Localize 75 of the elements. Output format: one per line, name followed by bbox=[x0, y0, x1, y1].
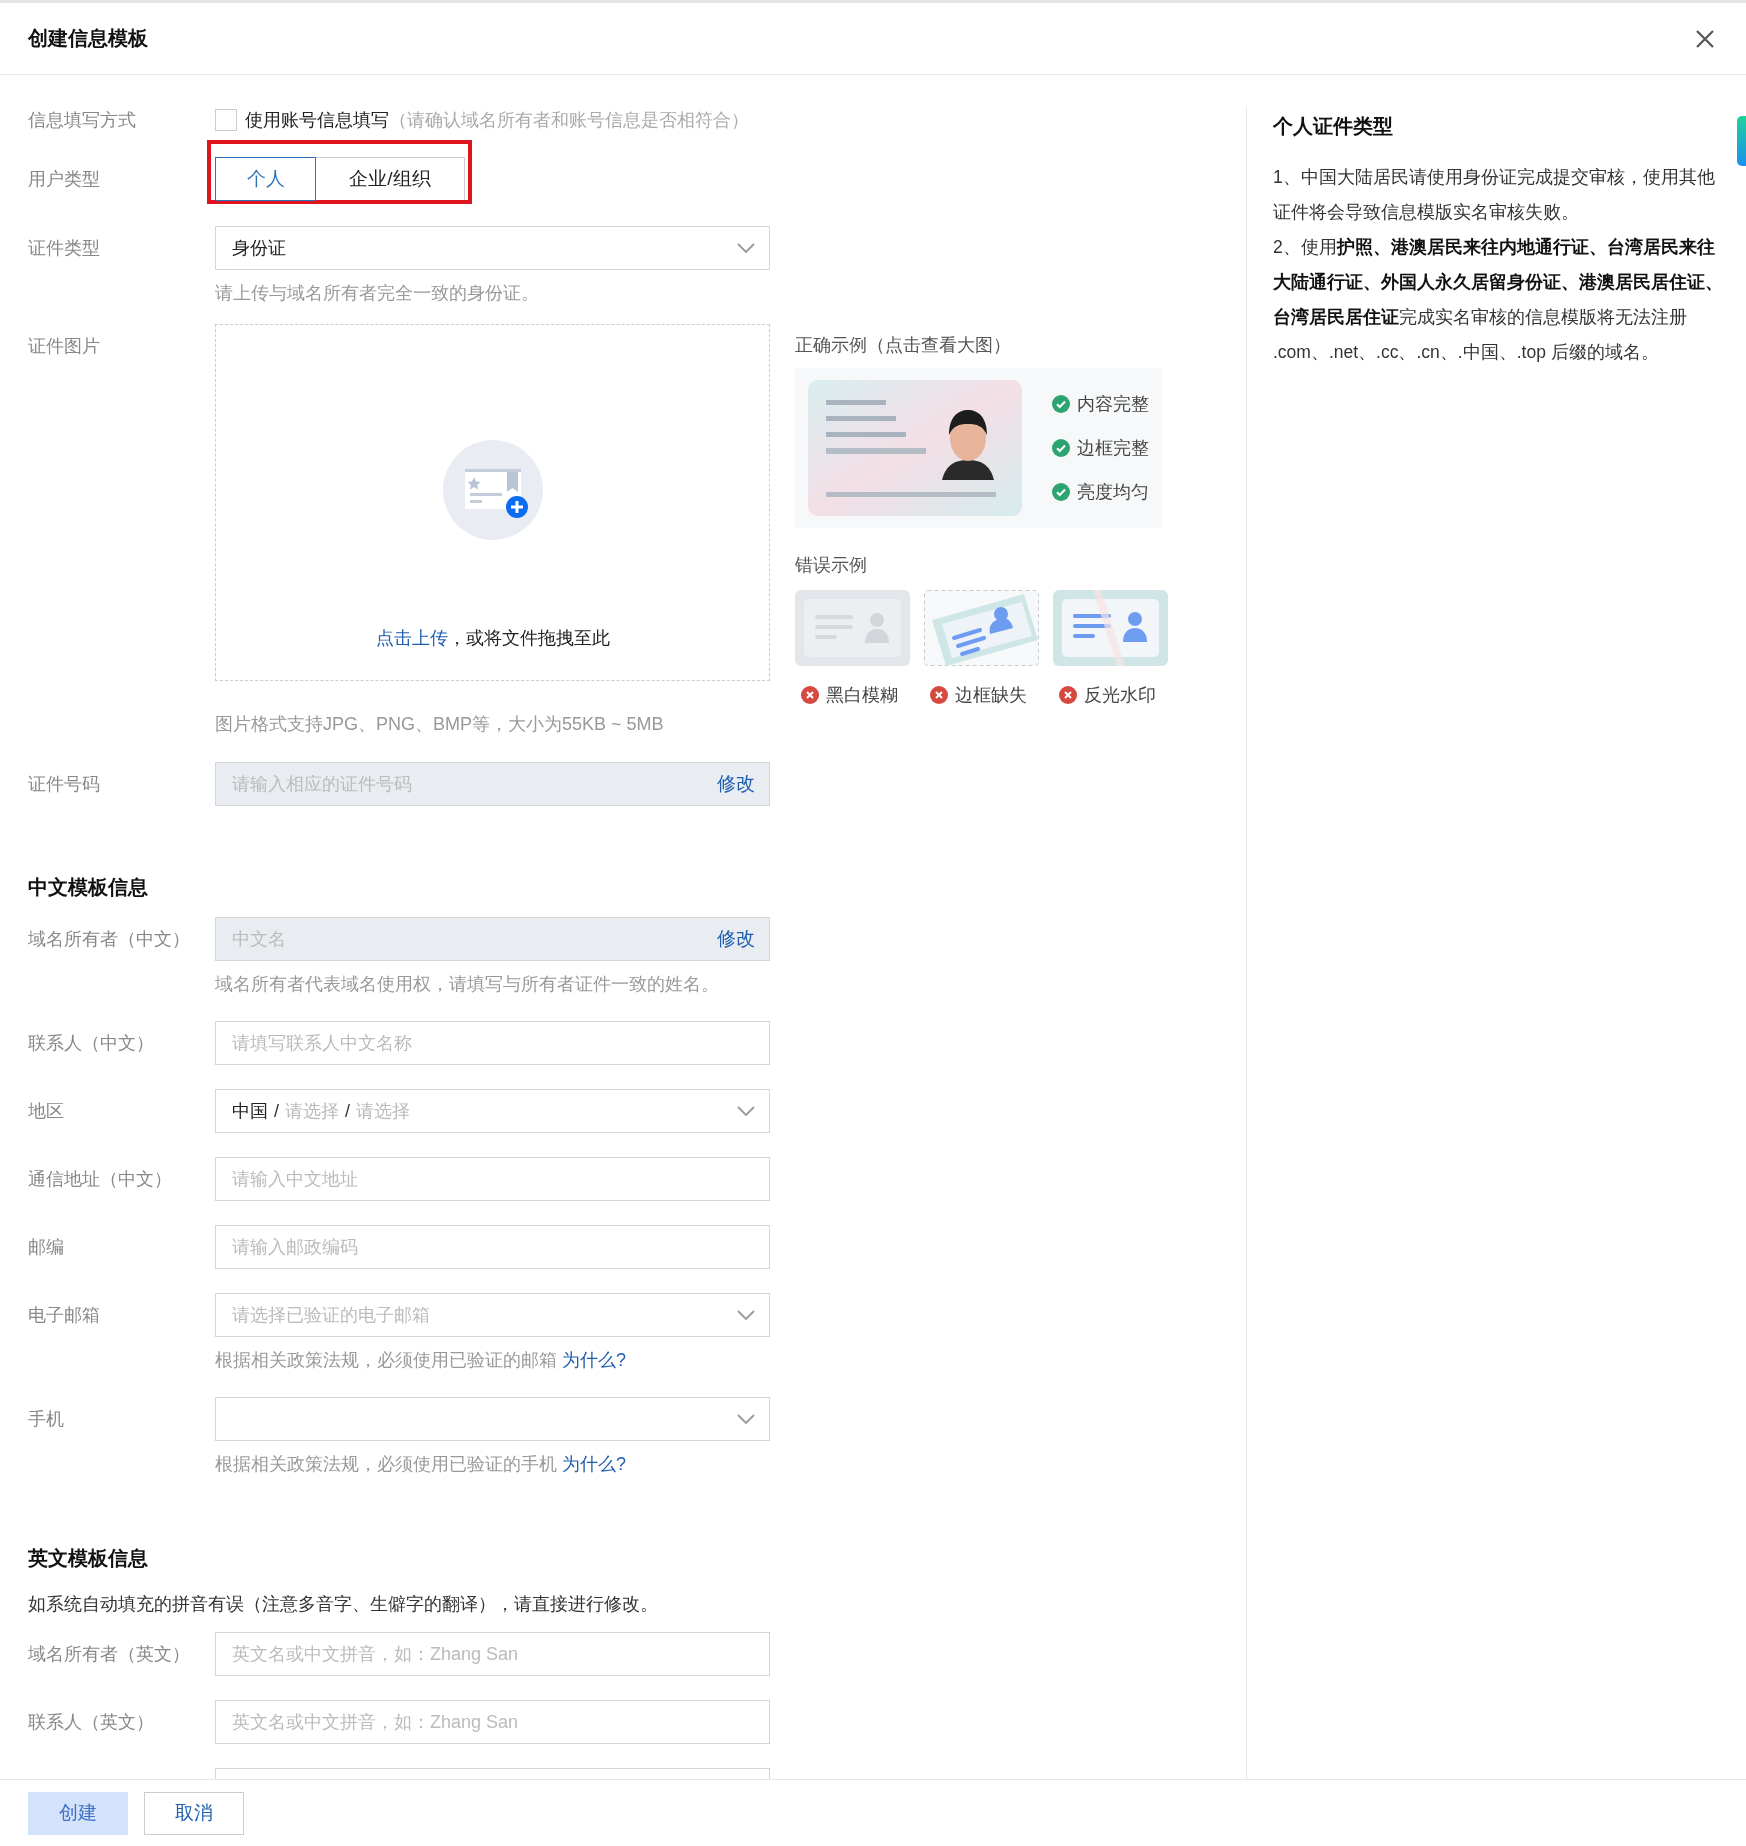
field-label: 电子邮箱 bbox=[28, 1305, 100, 1325]
separator: / bbox=[274, 1100, 279, 1122]
field-label: 证件图片 bbox=[28, 335, 101, 358]
help-paragraph: 1、中国大陆居民请使用身份证完成提交审核，使用其他证件将会导致信息模版实名审核失败。 bbox=[1273, 166, 1716, 224]
check-label: 边框完整 bbox=[1077, 437, 1149, 460]
field-label: 手机 bbox=[28, 1409, 64, 1429]
help-paragraph: 2、使用护照、港澳居民来往内地通行证、台湾居民来往大陆通行证、外国人永久居留身份证、港澳居民居住证、台湾居民居住证完成实名审核的信息模版将无法注册 .com、.net、.cc、.cn、.中国、.top 后缀的域名。 bbox=[1273, 236, 1724, 364]
error-label: 边框缺失 bbox=[955, 684, 1027, 707]
hint-text: 根据相关政策法规，必须使用已验证的邮箱 为什么? bbox=[215, 1349, 628, 1372]
checkbox[interactable] bbox=[215, 109, 237, 131]
separator: / bbox=[345, 1100, 351, 1122]
upload-link[interactable]: 点击上传 bbox=[375, 628, 448, 648]
field-label: 通信地址（中文） bbox=[28, 1169, 172, 1189]
upload-area[interactable]: 点击上传，或将文件拖拽至此 bbox=[215, 324, 770, 681]
error-circle-icon bbox=[801, 686, 819, 704]
field-label: 邮编 bbox=[28, 1237, 64, 1257]
hint-text: 图片格式支持JPG、PNG、BMP等，大小为55KB ~ 5MB bbox=[215, 713, 665, 736]
field-label: 信息填写方式 bbox=[28, 109, 137, 132]
check-label: 内容完整 bbox=[1077, 393, 1149, 416]
placeholder: 请选择 bbox=[285, 1100, 339, 1123]
check-circle-icon bbox=[1052, 483, 1070, 501]
chevron-down-icon bbox=[737, 1106, 755, 1116]
segment-tab[interactable]: 个人 bbox=[215, 157, 316, 201]
field-label: 域名所有者（英文） bbox=[28, 1644, 190, 1664]
field-label: 地区 bbox=[28, 1101, 64, 1121]
hint-text: 域名所有者代表域名使用权，请填写与所有者证件一致的姓名。 bbox=[215, 973, 720, 996]
check-circle-icon bbox=[1052, 395, 1070, 413]
field-label: 域名所有者（中文） bbox=[28, 929, 190, 949]
upload-instruction: 点击上传，或将文件拖拽至此 bbox=[375, 627, 610, 650]
placeholder: 请选择已验证的电子邮箱 bbox=[232, 1304, 430, 1327]
section-note: 如系统自动填充的拼音有误（注意多音字、生僻字的翻译），请直接进行修改。 bbox=[28, 1593, 659, 1616]
field-label: 证件类型 bbox=[28, 237, 101, 260]
hint-text: 请上传与域名所有者完全一致的身份证。 bbox=[215, 282, 540, 305]
error-label: 反光水印 bbox=[1084, 684, 1156, 707]
error-circle-icon bbox=[930, 686, 948, 704]
section-heading: 中文模板信息 bbox=[28, 875, 149, 900]
field-label: 证件号码 bbox=[28, 773, 101, 796]
example-title: 错误示例 bbox=[795, 554, 868, 577]
select-value: 身份证 bbox=[232, 237, 286, 260]
error-circle-icon bbox=[1059, 686, 1077, 704]
scrollbar[interactable] bbox=[1737, 116, 1746, 166]
placeholder: 英文名或中文拼音，如：Zhang San bbox=[232, 1711, 519, 1734]
placeholder: 请输入中文地址 bbox=[232, 1168, 358, 1191]
hint-text: 根据相关政策法规，必须使用已验证的手机 为什么? bbox=[215, 1453, 628, 1476]
field-label: 用户类型 bbox=[28, 168, 101, 191]
why-link[interactable]: 为什么? bbox=[562, 1454, 627, 1474]
check-label: 亮度均匀 bbox=[1077, 481, 1149, 504]
error-label: 黑白模糊 bbox=[826, 684, 898, 707]
field-label: 联系人（中文） bbox=[28, 1033, 154, 1053]
placeholder: 请选择 bbox=[356, 1100, 411, 1123]
country-value: 中国 bbox=[232, 1100, 268, 1123]
field-label: 联系人（英文） bbox=[28, 1712, 154, 1732]
chevron-down-icon bbox=[737, 243, 755, 253]
checkbox-label[interactable]: 使用账号信息填写 bbox=[245, 108, 389, 132]
edit-link[interactable]: 修改 bbox=[717, 926, 755, 952]
check-circle-icon bbox=[1052, 439, 1070, 457]
segment-tab[interactable]: 企业/组织 bbox=[315, 157, 465, 201]
cancel-button[interactable]: 取消 bbox=[144, 1791, 244, 1835]
example-title: 正确示例（点击查看大图） bbox=[795, 334, 1012, 357]
close-icon[interactable] bbox=[1696, 29, 1714, 48]
dialog-title: 创建信息模板 bbox=[28, 26, 148, 51]
section-heading: 英文模板信息 bbox=[28, 1546, 149, 1571]
chevron-down-icon bbox=[737, 1310, 755, 1320]
placeholder: 请填写联系人中文名称 bbox=[232, 1032, 412, 1055]
help-title: 个人证件类型 bbox=[1273, 114, 1394, 139]
select-field[interactable]: 身份证 bbox=[215, 226, 770, 270]
why-link[interactable]: 为什么? bbox=[562, 1350, 627, 1370]
placeholder: 请输入邮政编码 bbox=[232, 1236, 358, 1259]
select-field[interactable] bbox=[215, 1397, 770, 1441]
chevron-down-icon bbox=[737, 1414, 755, 1424]
edit-link[interactable]: 修改 bbox=[717, 771, 755, 797]
region-select[interactable]: 中国 / 请选择 / 请选择 bbox=[215, 1089, 770, 1133]
id-card-upload-icon bbox=[442, 440, 543, 540]
checkbox-note: （请确认域名所有者和账号信息是否相符合） bbox=[389, 109, 749, 132]
placeholder: 英文名或中文拼音，如：Zhang San bbox=[232, 1643, 519, 1666]
